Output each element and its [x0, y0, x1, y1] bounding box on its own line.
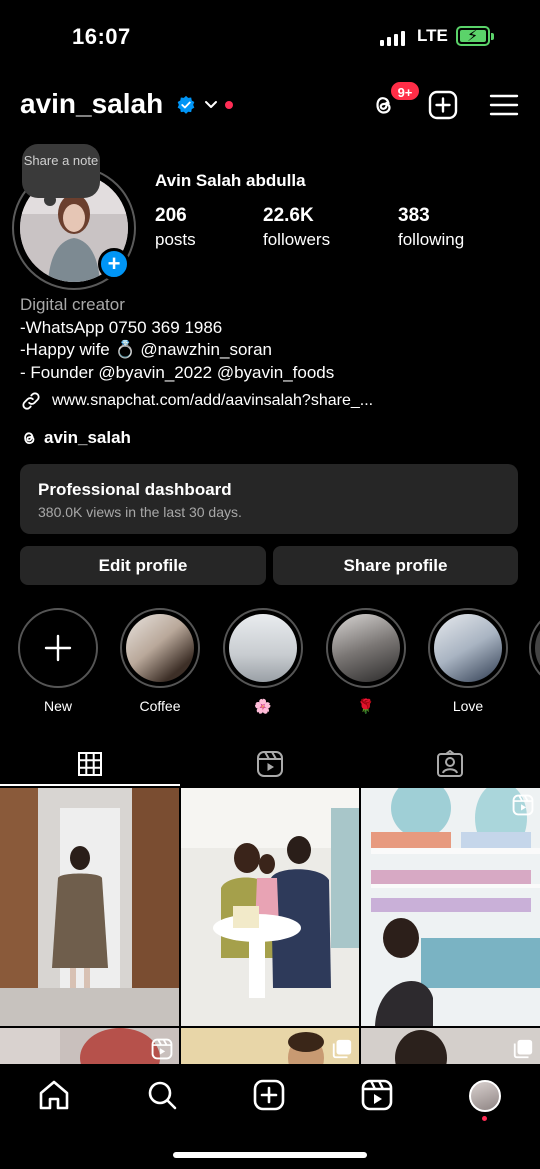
grid-post[interactable]: [0, 788, 179, 1026]
highlight-flower[interactable]: 🌸: [222, 608, 304, 715]
highlight-image: [434, 614, 502, 682]
threads-badge-link[interactable]: avin_salah: [20, 428, 131, 448]
tagged-icon: [437, 750, 463, 777]
highlight-image: [229, 614, 297, 682]
highlight-label: 🌹: [357, 698, 375, 714]
add-post-icon[interactable]: [428, 90, 458, 120]
share-note-bubble[interactable]: Share a note: [22, 144, 100, 206]
create-icon[interactable]: [252, 1078, 286, 1112]
highlight-love[interactable]: Love: [427, 608, 509, 714]
reels-nav-icon[interactable]: [360, 1078, 394, 1112]
tab-tagged[interactable]: [360, 742, 540, 786]
threads-badge: 9+: [389, 80, 421, 102]
stat-following[interactable]: 383 following: [398, 205, 464, 250]
home-icon[interactable]: [37, 1078, 71, 1112]
profile-username[interactable]: avin_salah: [20, 88, 163, 120]
bio-category: Digital creator: [20, 295, 125, 314]
notification-dot: [225, 101, 233, 109]
signal-icon: [380, 28, 405, 46]
profile-nav-avatar[interactable]: [469, 1080, 501, 1112]
dashboard-subtitle: 380.0K views in the last 30 days.: [38, 504, 242, 520]
dashboard-title: Professional dashboard: [38, 480, 232, 499]
highlight-label: 🌸: [254, 698, 272, 714]
reel-badge-icon: [151, 1038, 173, 1060]
tab-reels[interactable]: [180, 742, 360, 786]
battery-icon: ⚡: [456, 26, 490, 46]
highlight-rose[interactable]: 🌹: [325, 608, 407, 715]
threads-small-icon: [24, 432, 35, 445]
share-profile-button[interactable]: Share profile: [273, 546, 518, 585]
plus-icon: [44, 634, 72, 662]
highlight-image: [332, 614, 400, 682]
grid-post[interactable]: [181, 788, 359, 1026]
threads-handle[interactable]: avin_salah: [44, 428, 131, 448]
highlight-new[interactable]: New: [17, 608, 99, 714]
grid-post[interactable]: [0, 1028, 179, 1068]
home-indicator: [173, 1152, 367, 1158]
reels-icon: [257, 751, 283, 777]
highlight-label: Coffee: [139, 698, 181, 714]
verified-icon: [177, 95, 195, 114]
status-bar: 16:07 LTE ⚡: [0, 0, 540, 72]
status-time: 16:07: [72, 24, 131, 49]
reel-badge-icon: [512, 794, 534, 816]
stat-followers[interactable]: 22.6K followers: [263, 205, 330, 250]
tab-indicator: [0, 784, 180, 786]
grid-post[interactable]: [181, 1028, 359, 1068]
carousel-icon: [332, 1039, 352, 1059]
chevron-down-icon[interactable]: [203, 97, 219, 113]
add-story-button[interactable]: +: [98, 248, 130, 280]
highlight-new-ring[interactable]: [18, 608, 98, 688]
search-icon[interactable]: [145, 1078, 179, 1112]
bio-line[interactable]: -Happy wife 💍 @nawzhin_soran: [20, 339, 334, 362]
highlight-label: New: [43, 698, 72, 714]
highlight-label: Love: [452, 698, 484, 714]
highlight-image: [126, 614, 194, 682]
grid-post[interactable]: [361, 788, 540, 1026]
menu-icon[interactable]: [489, 90, 519, 120]
grid-post[interactable]: [361, 1028, 540, 1068]
profile-nav-dot: [482, 1116, 487, 1121]
bio-line[interactable]: - Founder @byavin_2022 @byavin_foods: [20, 362, 334, 385]
highlight-coffee[interactable]: Coffee: [119, 608, 201, 714]
bio-line: -WhatsApp 0750 369 1986: [20, 317, 223, 337]
stat-posts[interactable]: 206 posts: [155, 205, 196, 250]
edit-profile-button[interactable]: Edit profile: [20, 546, 266, 585]
link-icon: [22, 392, 40, 410]
bio: Digital creator -WhatsApp 0750 369 1986 …: [20, 294, 334, 384]
carousel-icon: [513, 1039, 533, 1059]
full-name: Avin Salah abdulla: [155, 171, 306, 190]
grid-icon: [78, 752, 102, 776]
professional-dashboard[interactable]: Professional dashboard 380.0K views in t…: [20, 464, 518, 534]
network-label: LTE: [417, 26, 448, 45]
highlight-partial[interactable]: [529, 608, 540, 688]
tab-grid[interactable]: [0, 742, 180, 786]
bio-link-text[interactable]: www.snapchat.com/add/aavinsalah?share_..…: [52, 392, 373, 410]
bio-link[interactable]: www.snapchat.com/add/aavinsalah?share_..…: [20, 390, 373, 412]
